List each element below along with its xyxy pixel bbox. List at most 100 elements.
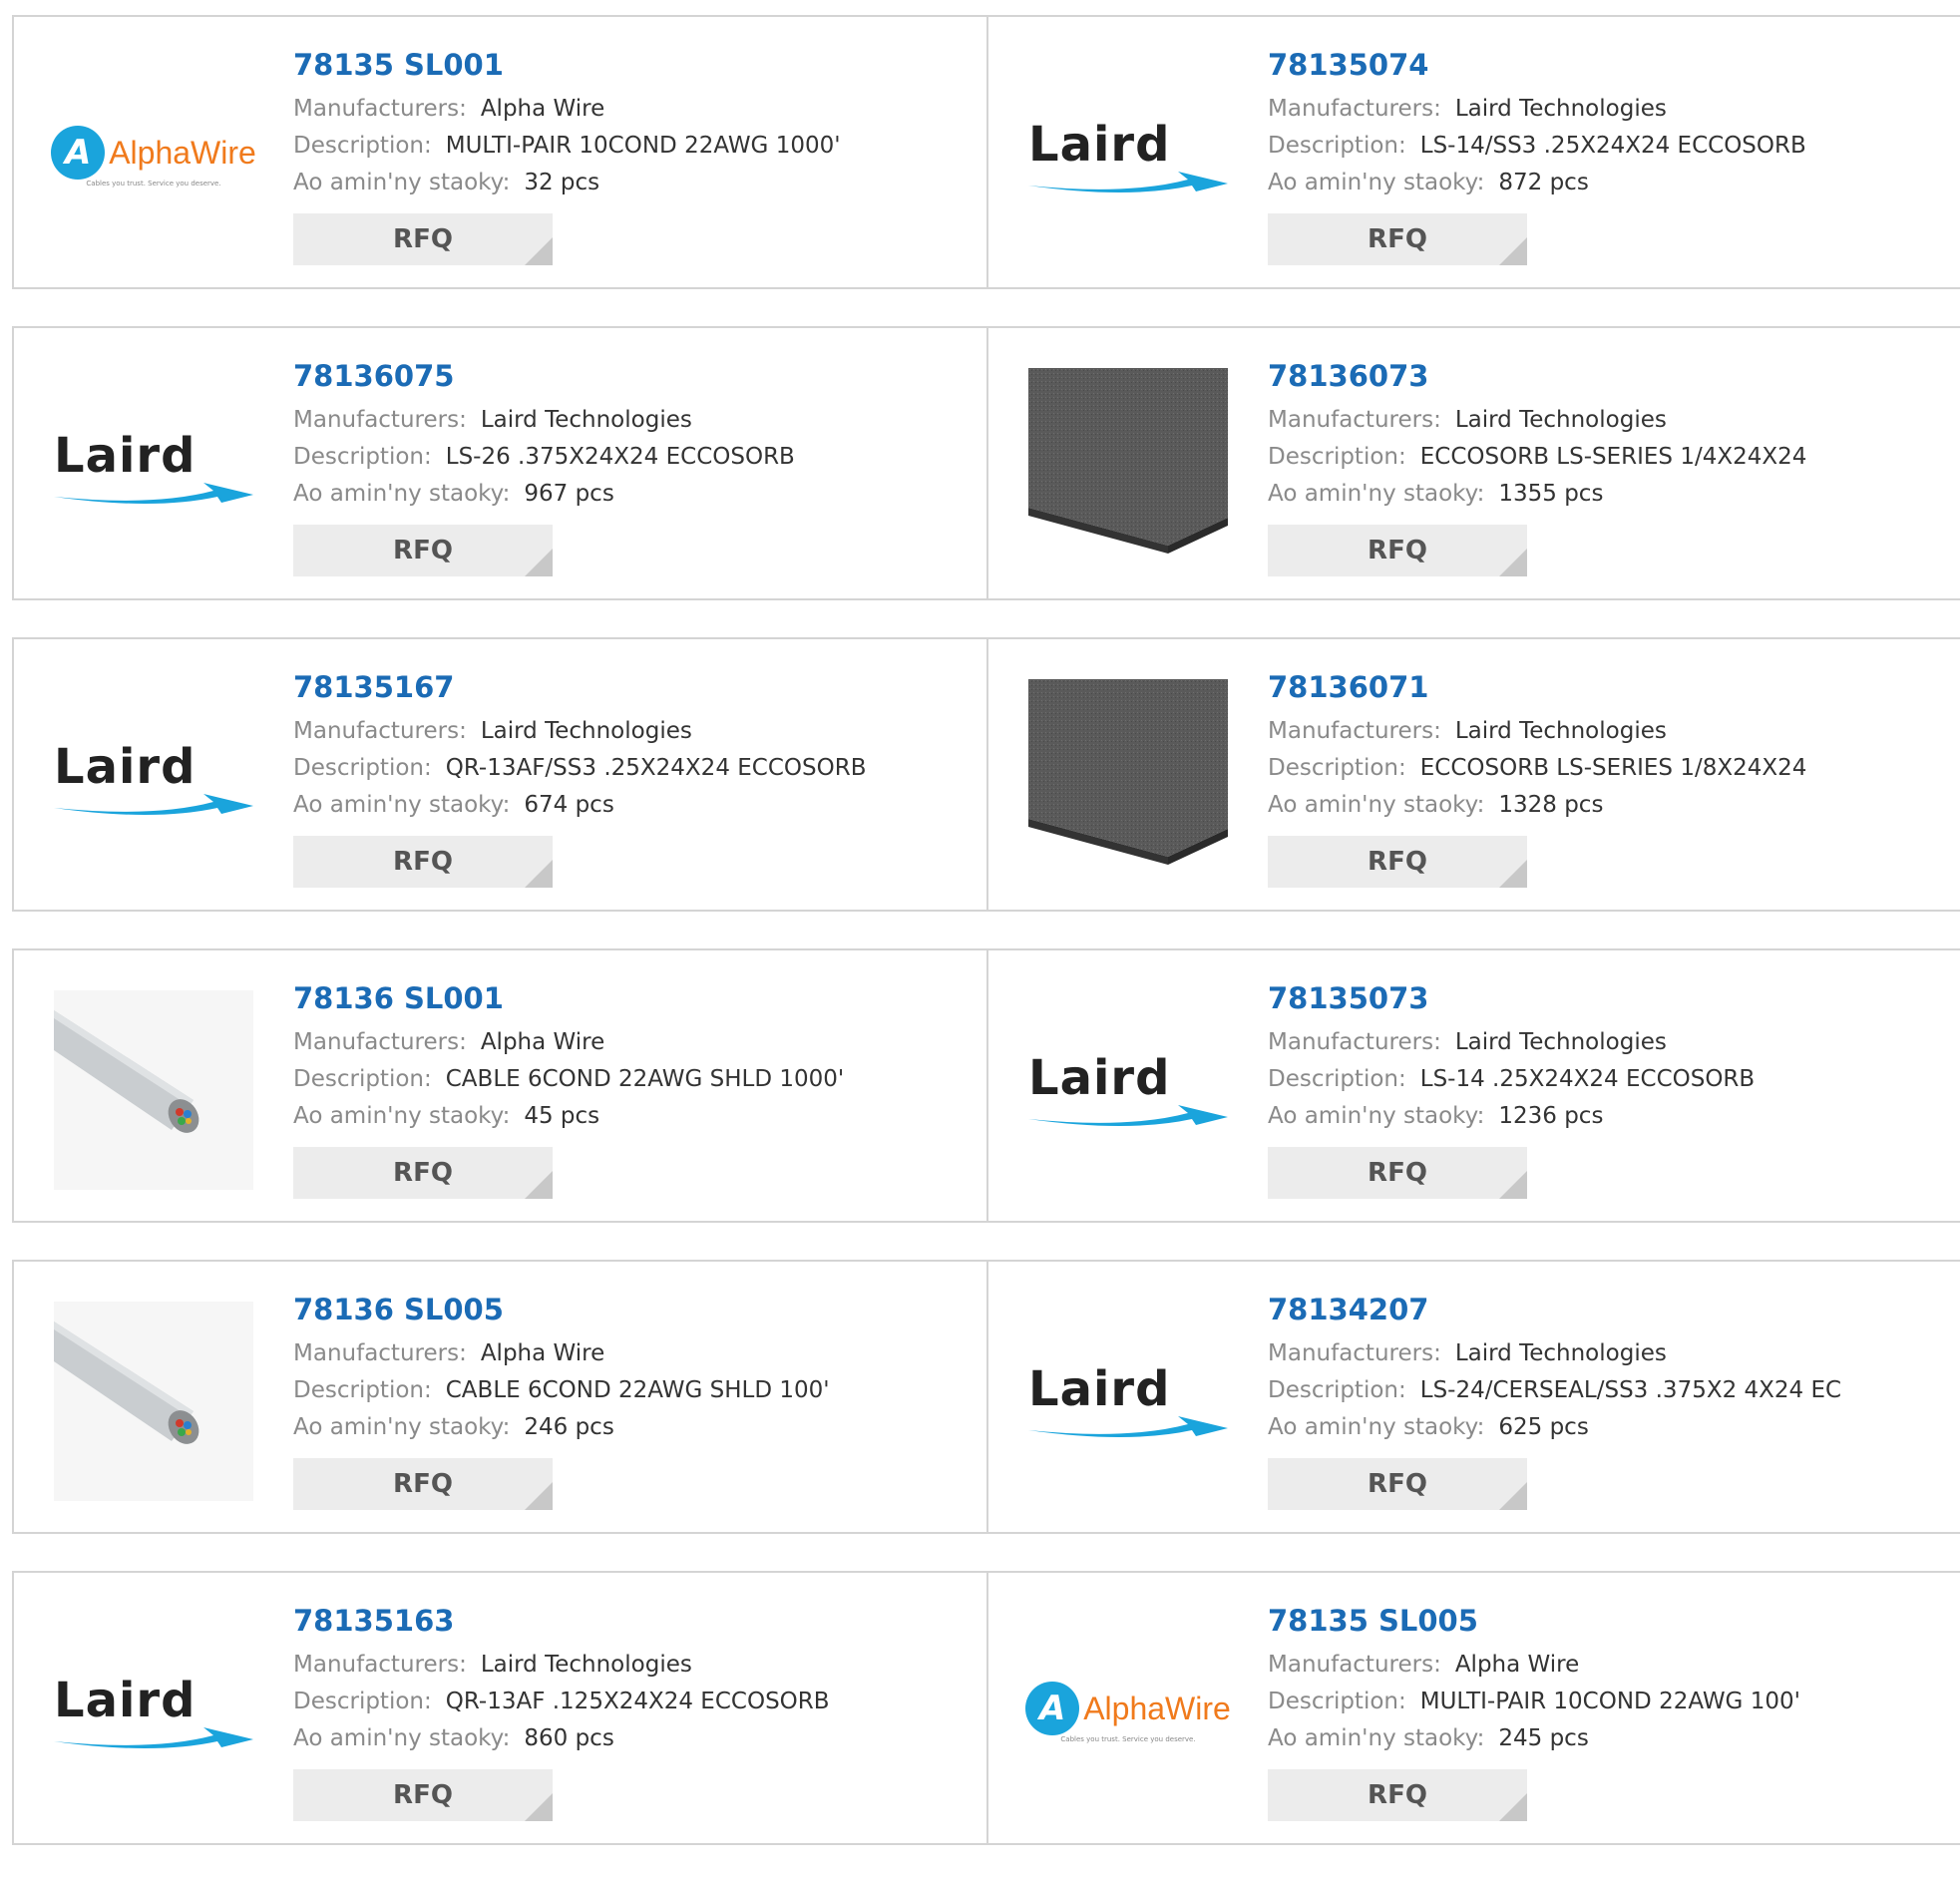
corner-triangle-icon — [525, 549, 553, 576]
product-image[interactable] — [1028, 368, 1228, 567]
stock-line: Ao amin'ny staoky: 860 pcs — [293, 1720, 830, 1757]
corner-triangle-icon — [525, 1793, 553, 1821]
description-label: Description: — [1268, 755, 1406, 781]
description-label: Description: — [1268, 133, 1406, 159]
part-number-link[interactable]: 78134207 — [1268, 1292, 1841, 1327]
part-number-link[interactable]: 78135167 — [293, 669, 866, 705]
laird-logo-text: Laird — [1028, 1361, 1171, 1417]
description-value: ECCOSORB LS-SERIES 1/4X24X24 — [1419, 444, 1807, 470]
product-image[interactable]: Laird — [1028, 1302, 1228, 1501]
product-image[interactable] — [1028, 679, 1228, 879]
stock-line: Ao amin'ny staoky: 1236 pcs — [1268, 1098, 1755, 1135]
manufacturer-value: Laird Technologies — [1454, 407, 1667, 433]
stock-line: Ao amin'ny staoky: 1328 pcs — [1268, 787, 1806, 824]
laird-logo: Laird — [1028, 1053, 1228, 1127]
part-number-link[interactable]: 78135074 — [1268, 47, 1806, 83]
alphawire-tagline: Cables you trust. Service you deserve. — [86, 180, 221, 188]
product-card: Laird 78135163 Manufacturers: Laird Techn… — [14, 1573, 988, 1843]
manufacturer-value: Laird Technologies — [1454, 1340, 1667, 1366]
rfq-button[interactable]: RFQ — [1268, 213, 1527, 265]
product-image[interactable]: Laird — [54, 368, 253, 567]
rfq-button[interactable]: RFQ — [293, 1458, 553, 1510]
description-line: Description: QR-13AF .125X24X24 ECCOSORB — [293, 1684, 830, 1720]
description-label: Description: — [293, 444, 432, 470]
stock-label: Ao amin'ny staoky: — [1268, 1725, 1485, 1751]
product-image[interactable] — [54, 1302, 253, 1501]
corner-triangle-icon — [1499, 860, 1527, 888]
description-value: CABLE 6COND 22AWG SHLD 100' — [445, 1377, 830, 1403]
product-info: 78136073 Manufacturers: Laird Technologie… — [1268, 358, 1806, 576]
part-number-link[interactable]: 78135073 — [1268, 980, 1755, 1016]
description-value: QR-13AF .125X24X24 ECCOSORB — [445, 1689, 830, 1714]
corner-triangle-icon — [525, 1171, 553, 1199]
part-number-link[interactable]: 78136071 — [1268, 669, 1806, 705]
stock-value: 45 pcs — [524, 1103, 600, 1129]
stock-label: Ao amin'ny staoky: — [1268, 481, 1485, 507]
part-number-link[interactable]: 78135 SL001 — [293, 47, 841, 83]
description-line: Description: MULTI-PAIR 10COND 22AWG 1000… — [293, 128, 841, 165]
rfq-label: RFQ — [393, 1158, 453, 1188]
product-image[interactable]: Laird — [54, 679, 253, 879]
foam-sheet-image — [1028, 368, 1228, 554]
rfq-button[interactable]: RFQ — [1268, 1147, 1527, 1199]
alphawire-tagline: Cables you trust. Service you deserve. — [1060, 1735, 1196, 1743]
stock-value: 1355 pcs — [1498, 481, 1604, 507]
manufacturer-line: Manufacturers: Laird Technologies — [1268, 713, 1806, 750]
part-number-link[interactable]: 78136075 — [293, 358, 795, 394]
rfq-button[interactable]: RFQ — [293, 525, 553, 576]
product-image[interactable]: Laird — [1028, 990, 1228, 1190]
part-number-link[interactable]: 78135 SL005 — [1268, 1603, 1800, 1639]
description-label: Description: — [293, 1377, 432, 1403]
manufacturer-value: Laird Technologies — [1454, 96, 1667, 122]
product-image[interactable]: A AlphaWire Cables you trust. Service yo… — [1025, 1613, 1231, 1812]
stock-line: Ao amin'ny staoky: 625 pcs — [1268, 1409, 1841, 1446]
product-image[interactable]: Laird — [1028, 57, 1228, 256]
laird-swoosh-icon — [1028, 172, 1228, 192]
rfq-button[interactable]: RFQ — [1268, 1458, 1527, 1510]
stock-line: Ao amin'ny staoky: 32 pcs — [293, 165, 841, 201]
corner-triangle-icon — [525, 860, 553, 888]
description-value: CABLE 6COND 22AWG SHLD 1000' — [445, 1066, 845, 1092]
rfq-button[interactable]: RFQ — [1268, 525, 1527, 576]
product-info: 78135163 Manufacturers: Laird Technologie… — [293, 1603, 830, 1821]
stock-value: 674 pcs — [524, 792, 614, 818]
rfq-button[interactable]: RFQ — [1268, 1769, 1527, 1821]
rfq-button[interactable]: RFQ — [293, 1769, 553, 1821]
part-number-link[interactable]: 78135163 — [293, 1603, 830, 1639]
stock-value: 246 pcs — [524, 1414, 614, 1440]
product-row: Laird 78135163 Manufacturers: Laird Techn… — [12, 1571, 1960, 1845]
manufacturer-value: Laird Technologies — [480, 1652, 692, 1678]
stock-label: Ao amin'ny staoky: — [293, 170, 511, 195]
product-info: 78135167 Manufacturers: Laird Technologie… — [293, 669, 866, 888]
stock-value: 967 pcs — [524, 481, 614, 507]
product-image[interactable] — [54, 990, 253, 1190]
product-image[interactable]: A AlphaWire Cables you trust. Service yo… — [51, 57, 256, 256]
rfq-button[interactable]: RFQ — [293, 1147, 553, 1199]
product-info: 78136071 Manufacturers: Laird Technologie… — [1268, 669, 1806, 888]
product-card: Laird 78134207 Manufacturers: Laird Techn… — [988, 1262, 1960, 1532]
manufacturer-label: Manufacturers: — [293, 1652, 467, 1678]
description-label: Description: — [1268, 444, 1406, 470]
manufacturer-label: Manufacturers: — [293, 718, 467, 744]
product-grid: A AlphaWire Cables you trust. Service yo… — [12, 15, 1960, 1882]
stock-label: Ao amin'ny staoky: — [293, 481, 511, 507]
laird-swoosh-icon — [54, 1727, 253, 1748]
rfq-label: RFQ — [1368, 1469, 1427, 1499]
product-card: Laird 78135073 Manufacturers: Laird Techn… — [988, 950, 1960, 1221]
manufacturer-line: Manufacturers: Alpha Wire — [1268, 1647, 1800, 1684]
rfq-button[interactable]: RFQ — [293, 213, 553, 265]
product-info: 78135 SL005 Manufacturers: Alpha Wire Des… — [1268, 1603, 1800, 1821]
product-info: 78135073 Manufacturers: Laird Technologie… — [1268, 980, 1755, 1199]
part-number-link[interactable]: 78136 SL005 — [293, 1292, 830, 1327]
part-number-link[interactable]: 78136073 — [1268, 358, 1806, 394]
description-line: Description: LS-14 .25X24X24 ECCOSORB — [1268, 1061, 1755, 1098]
part-number-link[interactable]: 78136 SL001 — [293, 980, 844, 1016]
stock-label: Ao amin'ny staoky: — [293, 1103, 511, 1129]
stock-value: 1236 pcs — [1498, 1103, 1604, 1129]
rfq-button[interactable]: RFQ — [293, 836, 553, 888]
manufacturer-value: Alpha Wire — [480, 1340, 605, 1366]
rfq-button[interactable]: RFQ — [1268, 836, 1527, 888]
stock-label: Ao amin'ny staoky: — [293, 1725, 511, 1751]
product-image[interactable]: Laird — [54, 1613, 253, 1812]
product-info: 78136 SL005 Manufacturers: Alpha Wire Des… — [293, 1292, 830, 1510]
